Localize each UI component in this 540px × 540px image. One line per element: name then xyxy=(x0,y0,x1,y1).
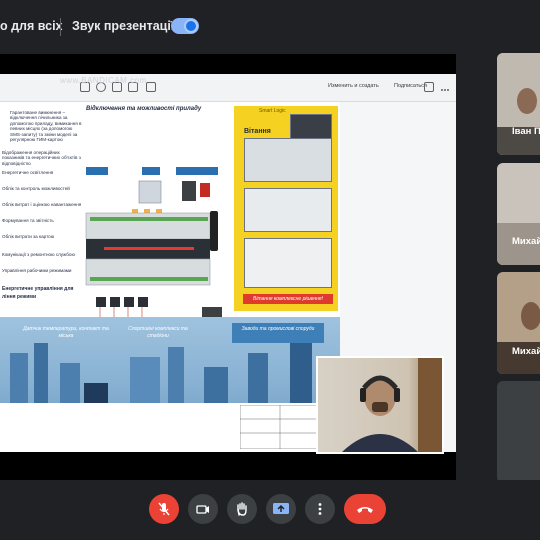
left-item-7: Комунікації з ремонтною службою xyxy=(2,252,75,257)
print-icon[interactable] xyxy=(424,82,434,92)
presentation-sound-label: Звук презентації xyxy=(72,19,175,33)
edit-create-button[interactable]: Изменить и создать xyxy=(328,83,379,89)
expand-icon[interactable] xyxy=(146,82,156,92)
presenter-avatar xyxy=(342,375,418,452)
intro-text: Гарантоване вимкнення – відключення лічи… xyxy=(10,110,82,143)
left-item-3: Облік та контроль можливостей xyxy=(2,186,70,191)
left-item-6: Облік витрати за картою xyxy=(2,234,55,239)
participant-video-3 xyxy=(497,272,540,374)
label-block-1 xyxy=(86,167,108,175)
camera-icon xyxy=(196,505,209,514)
app-screenshot-1 xyxy=(244,138,332,182)
city-box-3: Заводи та промислові споруди xyxy=(232,323,324,343)
left-bottom-heading-2: ління режими xyxy=(2,294,37,300)
more-options-button[interactable] xyxy=(305,494,335,524)
raise-hand-button[interactable] xyxy=(227,494,257,524)
hand-icon xyxy=(237,502,247,516)
presentation-sound-toggle[interactable] xyxy=(171,18,199,34)
topbar-divider xyxy=(60,18,61,36)
end-call-button[interactable] xyxy=(344,494,386,524)
city-box-2: Спортивні комплекси та стадіони xyxy=(128,326,188,339)
camera-toggle-button[interactable] xyxy=(188,494,218,524)
participant-tile-4[interactable] xyxy=(497,381,540,483)
left-info-panel: Гарантоване вимкнення – відключення лічи… xyxy=(0,102,85,317)
more-vert-icon xyxy=(318,503,322,515)
app-screenshot-3 xyxy=(244,238,332,288)
toggle-knob xyxy=(184,19,198,33)
city-skyline xyxy=(10,343,312,403)
left-bottom-heading: Енергетичне управління для xyxy=(2,286,74,292)
left-item-8: Управління рабочими режимами xyxy=(2,268,72,273)
mic-off-icon xyxy=(158,502,170,516)
participant-video-1 xyxy=(497,53,540,155)
participant-tile-3[interactable] xyxy=(497,272,540,374)
meeting-topbar: о для всіх Звук презентації xyxy=(0,0,540,54)
device-panel-title: Відключення та можливості приладу xyxy=(86,106,202,112)
captions-label[interactable]: о для всіх xyxy=(0,19,63,33)
left-item-1: Відображення операційних показників та е… xyxy=(2,150,81,166)
app-screenshot-2 xyxy=(244,188,332,232)
participant-name-3: Михай xyxy=(512,346,540,357)
left-item-2: Енергетичне освітлення xyxy=(2,170,54,175)
mic-toggle-button[interactable] xyxy=(149,494,179,524)
left-item-5: Формування та звітність xyxy=(2,218,54,223)
document-bottom-area xyxy=(0,403,340,452)
left-item-4: Облік витрат і оцінкою навантаження xyxy=(2,202,82,207)
present-screen-button[interactable] xyxy=(266,494,296,524)
city-box-1: Датчик температури, контакт та міська xyxy=(23,326,109,339)
yellow-panel-footer: Вітання комплексне рішення! xyxy=(243,294,333,304)
participant-name-2: Михай xyxy=(512,236,540,247)
menu-icon[interactable] xyxy=(440,82,450,92)
label-block-2 xyxy=(142,167,160,175)
participant-tile-2[interactable] xyxy=(497,163,540,265)
participant-video-2 xyxy=(497,163,540,265)
bandicam-watermark: www.BANDICAM.com xyxy=(60,76,147,85)
label-block-3 xyxy=(176,167,218,175)
present-icon xyxy=(273,503,289,514)
hang-up-icon xyxy=(357,507,373,513)
yellow-panel-title: Вітання xyxy=(244,128,271,135)
document-page: Гарантоване вимкнення – відключення лічи… xyxy=(0,102,340,452)
sign-button[interactable]: Подписаться xyxy=(394,83,427,89)
smart-logic-brand: Smart Logic xyxy=(259,108,286,114)
presenter-video[interactable] xyxy=(316,356,444,454)
participant-name-1: Іван П xyxy=(512,126,540,137)
participant-tile-1[interactable] xyxy=(497,53,540,155)
